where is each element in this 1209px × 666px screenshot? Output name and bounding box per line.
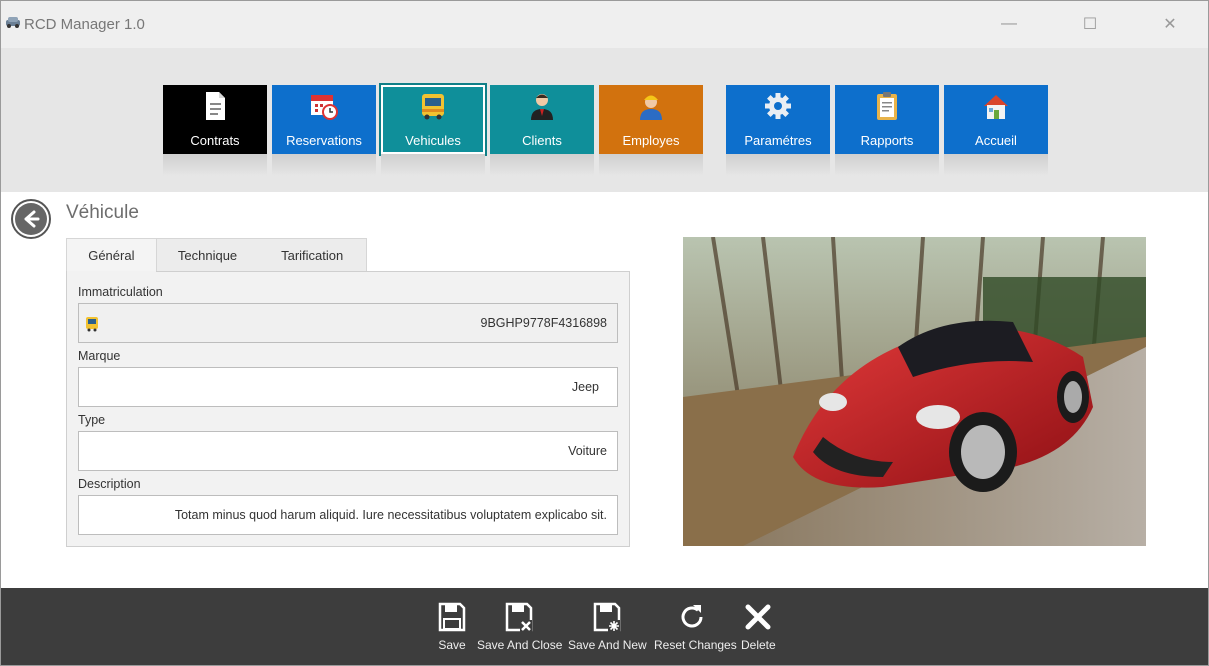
type-label: Type <box>78 413 106 427</box>
type-value: Voiture <box>568 444 607 458</box>
tab-strip: Général Technique Tarification <box>66 238 367 272</box>
title-bar: RCD Manager 1.0 — ☐ ✕ <box>1 1 1208 48</box>
home-icon <box>984 95 1008 119</box>
floppy-new-icon <box>593 602 621 632</box>
save-and-close-label: Save And Close <box>477 638 563 652</box>
save-label: Save <box>438 638 466 652</box>
tile-employes[interactable]: Employes <box>599 85 703 176</box>
marque-field[interactable]: Jeep <box>78 367 618 407</box>
tab-general[interactable]: Général <box>67 239 157 272</box>
tile-vehicules[interactable]: Vehicules <box>379 83 487 176</box>
bus-icon <box>422 94 444 120</box>
marque-value: Jeep <box>571 380 599 394</box>
floppy-close-icon <box>505 602 533 632</box>
delete-label: Delete <box>741 638 776 652</box>
app-car-icon <box>6 17 20 28</box>
save-and-new-button[interactable]: Save And New <box>568 602 647 652</box>
maximize-button[interactable]: ☐ <box>1067 9 1113 39</box>
navigation-ribbon: Contrats Reservations Vehicules Clients … <box>1 48 1208 192</box>
tile-label: Rapports <box>860 133 914 148</box>
tile-label: Contrats <box>190 133 240 148</box>
immatriculation-value: 9BGHP9778F4316898 <box>480 316 607 330</box>
reset-changes-label: Reset Changes <box>654 638 737 652</box>
tab-technique[interactable]: Technique <box>157 239 259 272</box>
back-button[interactable] <box>11 199 51 239</box>
save-and-new-label: Save And New <box>568 638 647 652</box>
tab-tarification[interactable]: Tarification <box>258 239 366 272</box>
minimize-icon: — <box>1001 15 1017 32</box>
tile-accueil[interactable]: Accueil <box>944 85 1048 176</box>
type-field[interactable]: Voiture <box>78 431 618 471</box>
worker-icon <box>640 95 662 120</box>
action-bar: Save Save And Close Save And New Reset C… <box>1 588 1208 665</box>
bus-icon <box>86 317 98 332</box>
tile-label: Employes <box>622 133 680 148</box>
clipboard-icon <box>877 92 897 120</box>
tile-rapports[interactable]: Rapports <box>835 85 939 176</box>
tile-label: Clients <box>522 133 562 148</box>
minimize-button[interactable]: — <box>986 9 1032 39</box>
app-window: RCD Manager 1.0 — ☐ ✕ Contrats Reservati… <box>0 0 1209 666</box>
page-title: Véhicule <box>66 202 139 223</box>
delete-icon <box>745 604 771 630</box>
floppy-icon <box>438 602 466 632</box>
close-button[interactable]: ✕ <box>1147 9 1193 39</box>
reset-icon <box>681 605 703 628</box>
tile-label: Accueil <box>975 133 1017 148</box>
vehicle-photo <box>683 237 1146 546</box>
close-icon: ✕ <box>1163 16 1177 33</box>
tile-contrats[interactable]: Contrats <box>163 85 267 176</box>
reset-changes-button[interactable]: Reset Changes <box>654 602 737 652</box>
save-and-close-button[interactable]: Save And Close <box>477 602 563 652</box>
tile-reservations[interactable]: Reservations <box>272 85 376 176</box>
window-title: RCD Manager 1.0 <box>24 16 145 33</box>
gear-icon <box>765 93 791 119</box>
document-icon <box>206 92 225 120</box>
description-field[interactable]: Totam minus quod harum aliquid. Iure nec… <box>78 495 618 535</box>
tile-label: Vehicules <box>405 133 461 148</box>
tile-label: Paramétres <box>744 133 812 148</box>
immatriculation-label: Immatriculation <box>78 285 163 299</box>
description-value: Totam minus quod harum aliquid. Iure nec… <box>174 508 607 522</box>
save-button[interactable]: Save <box>437 602 467 652</box>
person-icon <box>531 94 553 120</box>
description-label: Description <box>78 477 141 491</box>
marque-label: Marque <box>78 349 121 363</box>
back-arrow-icon <box>15 203 47 235</box>
tile-clients[interactable]: Clients <box>490 85 594 176</box>
immatriculation-field[interactable]: 9BGHP9778F4316898 <box>78 303 618 343</box>
tile-parametres[interactable]: Paramétres <box>726 85 830 176</box>
calendar-clock-icon <box>311 95 338 120</box>
tile-label: Reservations <box>286 133 362 148</box>
delete-button[interactable]: Delete <box>741 602 776 652</box>
maximize-icon: ☐ <box>1082 16 1098 33</box>
